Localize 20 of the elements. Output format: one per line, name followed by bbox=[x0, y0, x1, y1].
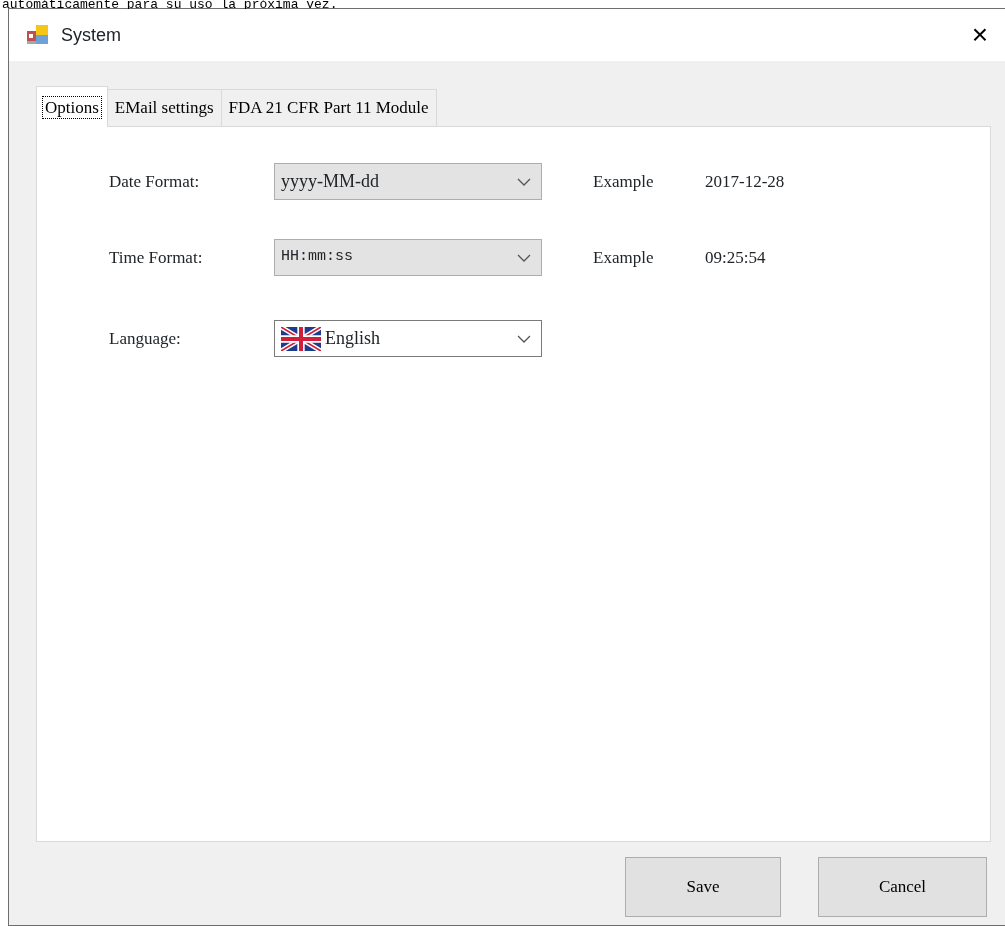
dropdown-field[interactable]: English bbox=[274, 320, 542, 357]
close-button[interactable]: × bbox=[960, 15, 1000, 55]
field-label: Time Format: bbox=[109, 246, 204, 269]
cancel-button[interactable]: Cancel bbox=[818, 857, 987, 917]
tab[interactable]: Options bbox=[36, 85, 108, 127]
chevron-icon bbox=[517, 177, 531, 186]
dropdown-field[interactable]: HH:mm:ss bbox=[274, 239, 542, 276]
example-value: 09:25:54 bbox=[705, 246, 766, 269]
save-button[interactable]: Save bbox=[625, 857, 781, 917]
chevron-icon bbox=[517, 334, 531, 343]
example-label: Example bbox=[593, 246, 655, 269]
window-title: System bbox=[61, 23, 121, 47]
chevron-icon bbox=[517, 253, 531, 262]
dropdown-field[interactable]: yyyy-MM-dd bbox=[274, 163, 542, 200]
field-label: Language: bbox=[109, 327, 182, 350]
tab[interactable]: FDA 21 CFR Part 11 Module bbox=[220, 88, 437, 126]
example-value: 2017-12-28 bbox=[705, 170, 785, 193]
example-label: Example bbox=[593, 170, 655, 193]
app-icon bbox=[27, 25, 49, 45]
field-label: Date Format: bbox=[109, 170, 201, 193]
